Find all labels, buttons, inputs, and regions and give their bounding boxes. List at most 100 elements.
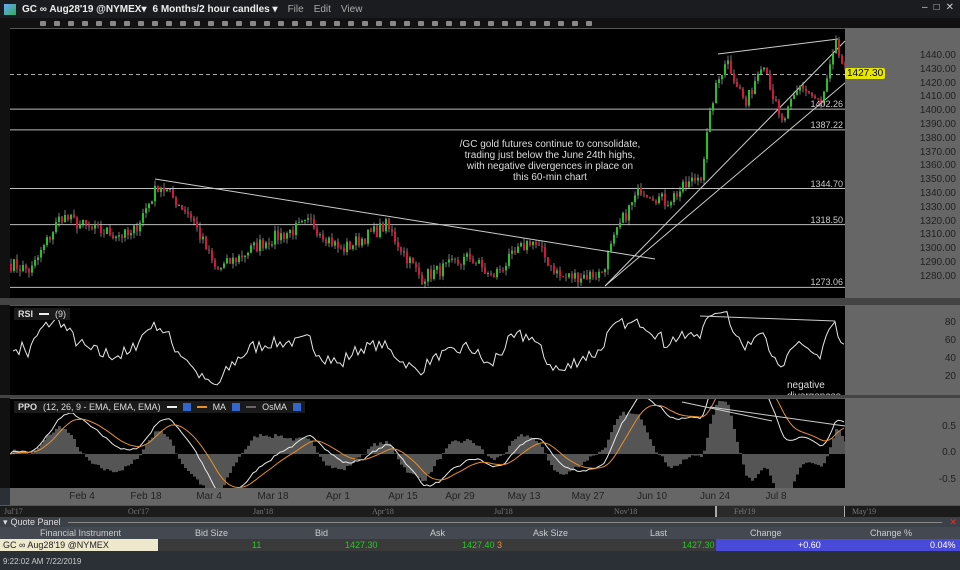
osma-bar: [820, 454, 823, 467]
candle: [574, 272, 576, 279]
toolbar-tool-icon[interactable]: [460, 20, 466, 26]
osma-bar: [262, 435, 265, 454]
menu-view[interactable]: View: [341, 4, 363, 15]
toolbar-tool-icon[interactable]: [474, 20, 480, 26]
toolbar-tool-icon[interactable]: [180, 20, 186, 26]
date-tick: Mar 4: [196, 491, 222, 502]
candle: [658, 196, 660, 204]
quote-row[interactable]: GC ∞ Aug28'19 @NYMEX 11 1427.30 1427.40 …: [0, 539, 960, 551]
price-panel[interactable]: /GC gold futures continue to consolidate…: [10, 28, 845, 298]
candle: [235, 257, 237, 263]
toolbar-tool-icon[interactable]: [404, 20, 410, 26]
toolbar-tool-icon[interactable]: [432, 20, 438, 26]
toolbar-tool-icon[interactable]: [68, 20, 74, 26]
collapse-icon[interactable]: ▾: [3, 517, 8, 528]
instrument-cell[interactable]: GC ∞ Aug28'19 @NYMEX: [0, 539, 158, 551]
toolbar-tool-icon[interactable]: [418, 20, 424, 26]
toolbar-tool-icon[interactable]: [82, 20, 88, 26]
toolbar-tool-icon[interactable]: [124, 20, 130, 26]
toolbar-tool-icon[interactable]: [516, 20, 522, 26]
candle: [127, 229, 129, 236]
candle: [496, 268, 498, 278]
column-header[interactable]: Bid: [315, 528, 328, 538]
column-header[interactable]: Last: [650, 528, 667, 538]
candle: [148, 203, 150, 209]
candle: [469, 253, 471, 259]
toolbar-tool-icon[interactable]: [390, 20, 396, 26]
toolbar-tool-icon[interactable]: [278, 20, 284, 26]
trendline: [717, 38, 839, 55]
rsi-line: [12, 311, 845, 386]
toolbar-tool-icon[interactable]: [586, 20, 592, 26]
ma-checkbox[interactable]: [232, 403, 241, 411]
toolbar-tool-icon[interactable]: [558, 20, 564, 26]
toolbar-tool-icon[interactable]: [96, 20, 102, 26]
column-header[interactable]: Change: [750, 528, 782, 538]
toolbar-tool-icon[interactable]: [348, 20, 354, 26]
toolbar-tool-icon[interactable]: [376, 20, 382, 26]
toolbar-tool-icon[interactable]: [446, 20, 452, 26]
rsi-panel[interactable]: RSI(9) negative divergences: [10, 305, 845, 402]
candle: [190, 213, 192, 219]
osma-bar: [253, 436, 256, 454]
quote-panel-title: Quote Panel: [10, 517, 61, 527]
timeframe-selector[interactable]: 6 Months/2 hour candles ▾: [153, 4, 278, 15]
menu-edit[interactable]: Edit: [314, 4, 331, 15]
toolbar-tool-icon[interactable]: [40, 20, 46, 26]
candle: [247, 252, 249, 256]
toolbar-tool-icon[interactable]: [334, 20, 340, 26]
column-header[interactable]: Ask Size: [533, 528, 568, 538]
candle: [583, 274, 585, 279]
toolbar-tool-icon[interactable]: [166, 20, 172, 26]
toolbar-tool-icon[interactable]: [320, 20, 326, 26]
toolbar-tool-icon[interactable]: [530, 20, 536, 26]
osma-bar: [493, 454, 496, 460]
osma-bar: [442, 452, 445, 454]
candle: [328, 237, 330, 244]
minimize-button[interactable]: –: [922, 2, 928, 13]
ppo-checkbox[interactable]: [182, 403, 191, 411]
candle: [775, 99, 777, 101]
osma-bar: [823, 454, 826, 464]
toolbar-tool-icon[interactable]: [110, 20, 116, 26]
column-header[interactable]: Change %: [870, 528, 912, 538]
toolbar-tool-icon[interactable]: [572, 20, 578, 26]
osma-bar: [277, 436, 280, 454]
osma-bar: [61, 428, 64, 454]
toolbar-tool-icon[interactable]: [208, 20, 214, 26]
timeline-navigator[interactable]: Jul'17 Oct'17 Jan'18 Apr'18 Jul'18 Nov'18 Feb'…: [0, 505, 960, 517]
toolbar-tool-icon[interactable]: [54, 20, 60, 26]
osma-bar: [622, 411, 625, 454]
close-panel-icon[interactable]: ✕: [949, 517, 960, 528]
toolbar-tool-icon[interactable]: [544, 20, 550, 26]
toolbar-tool-icon[interactable]: [194, 20, 200, 26]
candle: [499, 268, 501, 271]
osma-checkbox[interactable]: [293, 403, 302, 411]
symbol-selector[interactable]: GC ∞ Aug28'19 @NYMEX▾: [22, 4, 147, 15]
close-button[interactable]: ✕: [946, 2, 954, 13]
osma-bar: [115, 454, 118, 473]
toolbar-tool-icon[interactable]: [264, 20, 270, 26]
toolbar-tool-icon[interactable]: [152, 20, 158, 26]
maximize-button[interactable]: □: [934, 2, 940, 13]
toolbar-tool-icon[interactable]: [138, 20, 144, 26]
toolbar-tool-icon[interactable]: [250, 20, 256, 26]
toolbar-tool-icon[interactable]: [292, 20, 298, 26]
ppo-panel[interactable]: PPO (12, 26, 9 - EMA, EMA, EMA) MA OsMA: [10, 398, 845, 489]
toolbar-tool-icon[interactable]: [488, 20, 494, 26]
date-axis[interactable]: Feb 4 Feb 18 Mar 4 Mar 18 Apr 1 Apr 15 Apr 29 M…: [10, 488, 960, 505]
candle: [454, 258, 456, 261]
column-header[interactable]: Financial Instrument: [40, 528, 121, 538]
candle: [730, 60, 732, 74]
toolbar-tool-icon[interactable]: [236, 20, 242, 26]
toolbar-tool-icon[interactable]: [362, 20, 368, 26]
toolbar-tool-icon[interactable]: [502, 20, 508, 26]
candle: [451, 258, 453, 260]
menu-file[interactable]: File: [288, 4, 304, 15]
osma-bar: [535, 441, 538, 454]
toolbar-tool-icon[interactable]: [222, 20, 228, 26]
toolbar-tool-icon[interactable]: [306, 20, 312, 26]
price-axis[interactable]: 1440.00 1430.00 1420.00 1410.00 1400.00 1390.…: [845, 28, 960, 298]
column-header[interactable]: Ask: [430, 528, 445, 538]
column-header[interactable]: Bid Size: [195, 528, 228, 538]
